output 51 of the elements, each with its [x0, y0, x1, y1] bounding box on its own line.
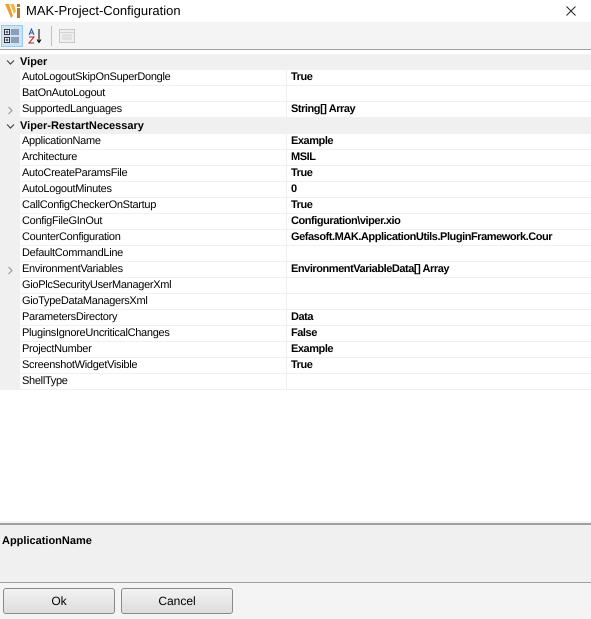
category-row[interactable]: Viper-RestartNecessary — [0, 118, 591, 134]
category-label: Viper-RestartNecessary — [20, 118, 144, 134]
logo-icon — [4, 3, 22, 19]
description-title: ApplicationName — [2, 535, 92, 547]
categorized-icon — [4, 28, 20, 44]
property-name-cell[interactable]: AutoCreateParamsFile — [20, 166, 287, 182]
property-value-cell[interactable]: MSIL — [287, 150, 591, 166]
property-name-cell[interactable]: AutoLogoutSkipOnSuperDongle — [20, 70, 287, 86]
ok-button[interactable]: Ok — [3, 588, 115, 614]
property-value-cell[interactable]: True — [287, 198, 591, 214]
property-name-cell[interactable]: CounterConfiguration — [20, 230, 287, 246]
property-name-cell[interactable]: ApplicationName — [20, 134, 287, 150]
property-name-cell[interactable]: GioTypeDataManagersXml — [20, 294, 287, 310]
property-value-cell[interactable]: 0 — [287, 182, 591, 198]
property-name-cell[interactable]: Architecture — [20, 150, 287, 166]
property-value-cell[interactable]: True — [287, 166, 591, 182]
property-name-cell[interactable]: GioPlcSecurityUserManagerXml — [20, 278, 287, 294]
property-name-cell[interactable]: PluginsIgnoreUncriticalChanges — [20, 326, 287, 342]
property-value-cell[interactable]: Example — [287, 134, 591, 150]
close-icon — [566, 6, 576, 16]
pages-icon — [59, 28, 75, 42]
property-value-cell[interactable]: Example — [287, 342, 591, 358]
property-name-cell[interactable]: CallConfigCheckerOnStartup — [20, 198, 287, 214]
categorized-button[interactable] — [1, 24, 23, 46]
sort-icon — [28, 28, 44, 44]
property-value-cell[interactable]: EnvironmentVariableData[] Array — [287, 262, 591, 278]
property-name-cell[interactable]: DefaultCommandLine — [20, 246, 287, 262]
expand-icon[interactable] — [6, 266, 14, 274]
category-label: Viper — [20, 54, 48, 70]
property-name-cell[interactable]: SupportedLanguages — [20, 102, 287, 118]
property-value-cell[interactable]: Configuration\viper.xio — [287, 214, 591, 230]
collapse-icon[interactable] — [6, 122, 14, 130]
property-name-cell[interactable]: ConfigFileGInOut — [20, 214, 287, 230]
category-row[interactable]: Viper — [0, 54, 591, 70]
expand-icon[interactable] — [6, 106, 14, 114]
window-title: MAK-Project-Configuration — [26, 2, 182, 20]
property-name-cell[interactable]: EnvironmentVariables — [20, 262, 287, 278]
property-value-cell[interactable]: False — [287, 326, 591, 342]
cancel-button[interactable]: Cancel — [121, 588, 233, 614]
property-value-cell[interactable]: Gefasoft.MAK.ApplicationUtils.PluginFramework.Cour — [287, 230, 591, 246]
property-name-cell[interactable]: ScreenshotWidgetVisible — [20, 358, 287, 374]
property-name-cell[interactable]: ParametersDirectory — [20, 310, 287, 326]
property-name-cell[interactable]: BatOnAutoLogout — [20, 86, 287, 102]
collapse-icon[interactable] — [6, 58, 14, 66]
property-value-cell[interactable]: True — [287, 358, 591, 374]
property-name-cell[interactable]: AutoLogoutMinutes — [20, 182, 287, 198]
property-value-cell[interactable]: Data — [287, 310, 591, 326]
property-value-cell[interactable]: String[] Array — [287, 102, 591, 118]
property-name-cell[interactable]: ProjectNumber — [20, 342, 287, 358]
property-value-cell[interactable]: True — [287, 70, 591, 86]
property-name-cell[interactable]: ShellType — [20, 374, 287, 390]
